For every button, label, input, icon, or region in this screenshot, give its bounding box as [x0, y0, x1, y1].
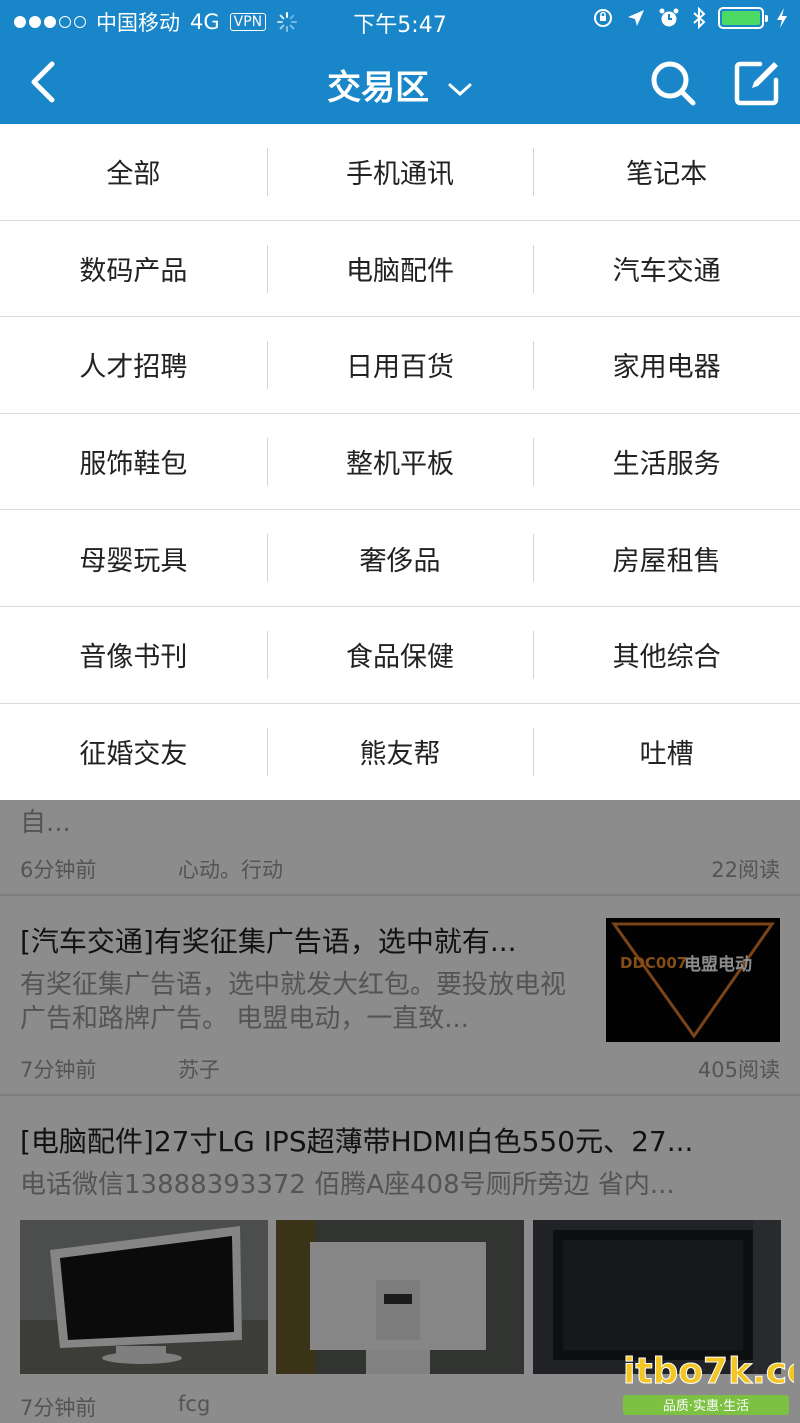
category-item[interactable]: 人才招聘 — [0, 317, 267, 413]
status-bar: 中国移动 4G VPN 下午5:47 — [0, 0, 800, 40]
category-dropdown-panel: 全部 手机通讯 笔记本 数码产品 电脑配件 汽车交通 人才招聘 日用百货 家用电… — [0, 124, 800, 800]
category-item[interactable]: 汽车交通 — [533, 221, 800, 317]
category-row: 母婴玩具 奢侈品 房屋租售 — [0, 510, 800, 607]
category-item[interactable]: 电脑配件 — [266, 221, 534, 317]
category-item[interactable]: 生活服务 — [533, 414, 800, 510]
category-item[interactable]: 吐槽 — [533, 704, 800, 801]
category-item[interactable]: 日用百货 — [266, 317, 534, 413]
category-item[interactable]: 食品保健 — [266, 607, 534, 703]
category-item[interactable]: 奢侈品 — [266, 510, 534, 606]
category-item[interactable]: 家用电器 — [533, 317, 800, 413]
category-row: 征婚交友 熊友帮 吐槽 — [0, 704, 800, 801]
category-item[interactable]: 服饰鞋包 — [0, 414, 267, 510]
category-item[interactable]: 全部 — [0, 124, 267, 220]
category-item[interactable]: 笔记本 — [533, 124, 800, 220]
category-row: 全部 手机通讯 笔记本 — [0, 124, 800, 221]
page-title: 交易区 — [327, 68, 430, 108]
watermark-logo: itbo7k.com 品质·实惠·生活 — [619, 1339, 800, 1421]
watermark-slogan: 品质·实惠·生活 — [663, 1399, 749, 1414]
category-item[interactable]: 房屋租售 — [533, 510, 800, 606]
bluetooth-icon — [693, 6, 706, 30]
compose-button[interactable] — [732, 58, 782, 108]
charging-icon — [777, 8, 787, 28]
category-item[interactable]: 征婚交友 — [0, 704, 267, 801]
chevron-down-icon — [448, 83, 472, 96]
location-icon — [628, 10, 644, 26]
battery-icon — [718, 7, 768, 29]
watermark-text: itbo7k.com — [623, 1351, 794, 1392]
category-item[interactable]: 手机通讯 — [266, 124, 534, 220]
category-item[interactable]: 整机平板 — [266, 414, 534, 510]
alarm-icon — [659, 8, 679, 27]
search-icon — [651, 61, 696, 106]
category-item[interactable]: 母婴玩具 — [0, 510, 267, 606]
dim-overlay[interactable] — [0, 800, 800, 1423]
category-row: 服饰鞋包 整机平板 生活服务 — [0, 414, 800, 511]
category-item[interactable]: 熊友帮 — [266, 704, 534, 801]
category-row: 音像书刊 食品保健 其他综合 — [0, 607, 800, 704]
orientation-lock-icon — [594, 9, 612, 27]
search-button[interactable] — [648, 58, 698, 108]
app-header: 中国移动 4G VPN 下午5:47 交易区 — [0, 0, 800, 124]
category-row: 数码产品 电脑配件 汽车交通 — [0, 221, 800, 318]
compose-icon — [734, 61, 779, 106]
site-watermark-image: itbo7k.com 品质·实惠·生活 — [623, 1351, 800, 1415]
category-item[interactable]: 音像书刊 — [0, 607, 267, 703]
category-row: 人才招聘 日用百货 家用电器 — [0, 317, 800, 414]
category-item[interactable]: 其他综合 — [533, 607, 800, 703]
category-item[interactable]: 数码产品 — [0, 221, 267, 317]
navigation-bar: 交易区 — [0, 40, 800, 124]
